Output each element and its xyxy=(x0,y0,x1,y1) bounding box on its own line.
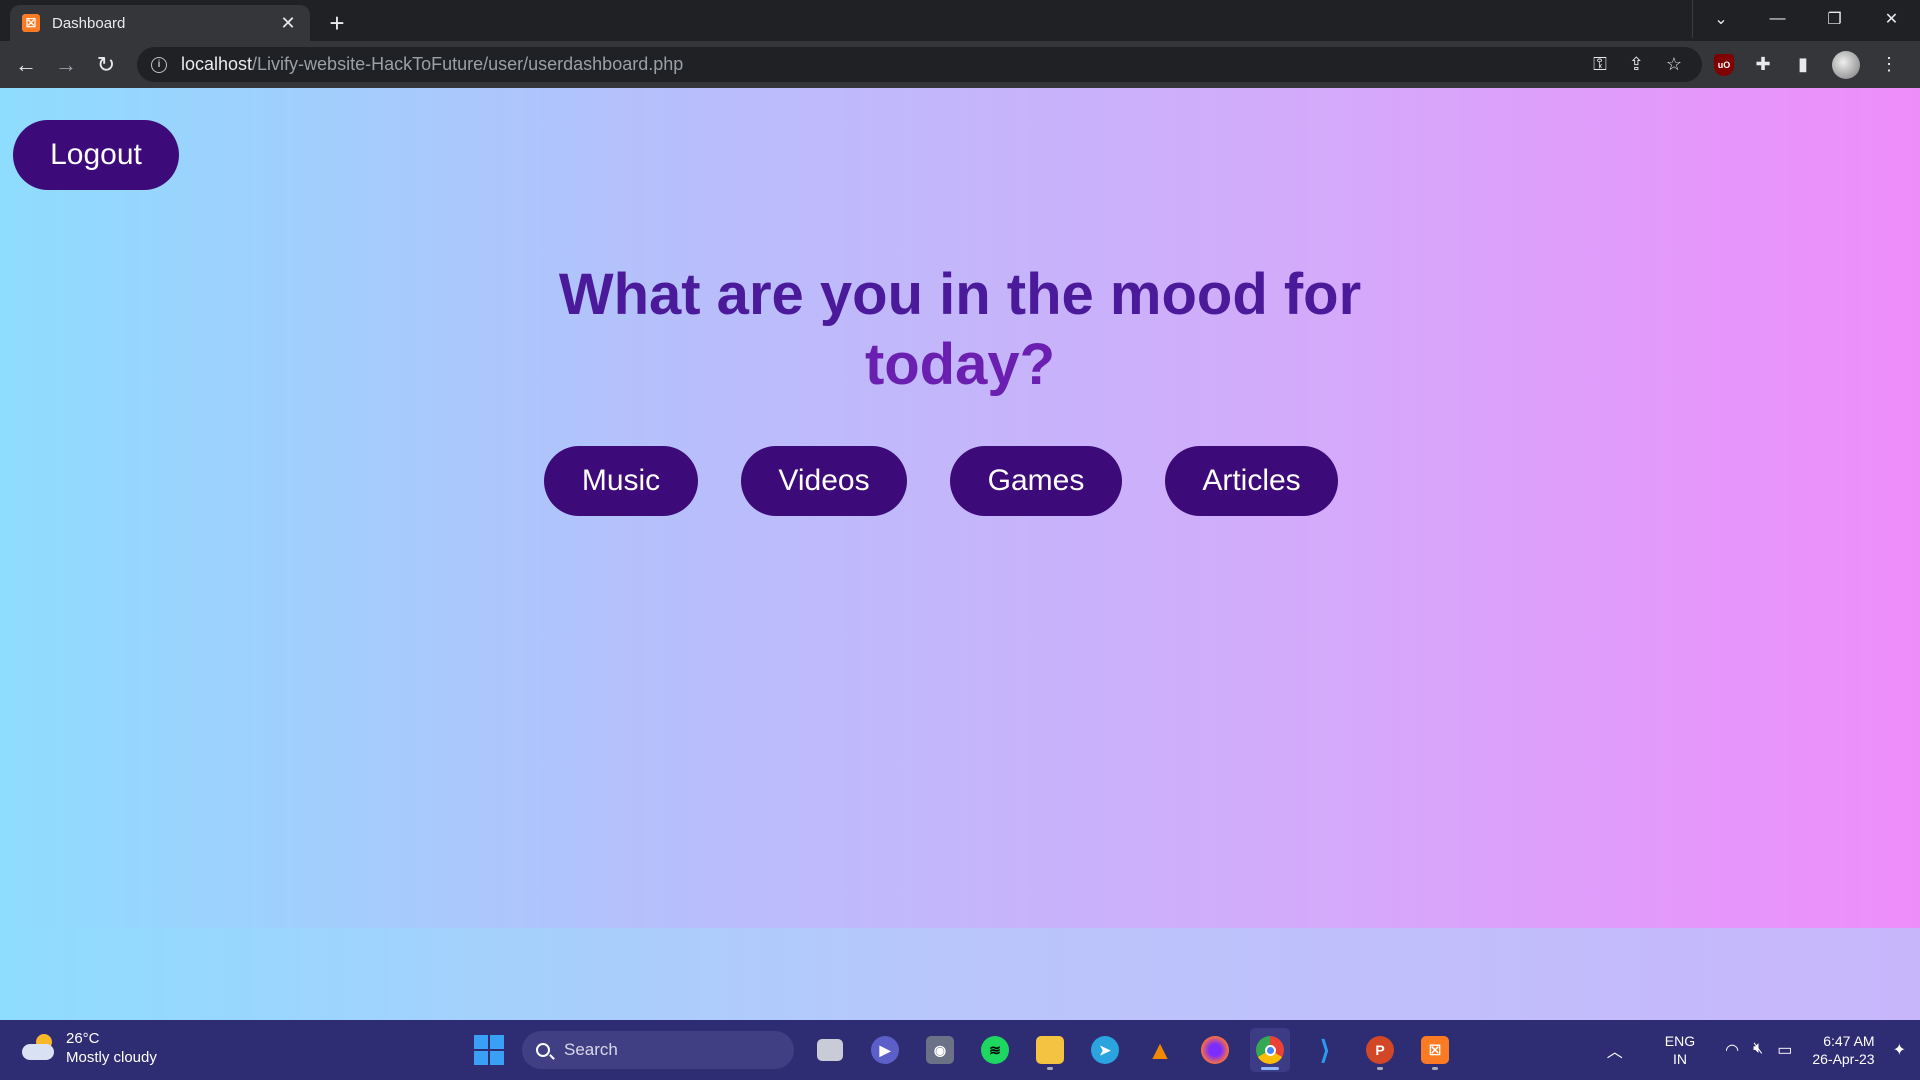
videos-button[interactable]: Videos xyxy=(741,446,907,516)
vlc-icon: ▲ xyxy=(1147,1034,1173,1065)
taskview-icon xyxy=(817,1039,843,1061)
video-chat-icon: ▶ xyxy=(871,1036,899,1064)
browser-toolbar: ← → ↻ i localhost/Livify-website-HackToF… xyxy=(0,41,1920,88)
music-button[interactable]: Music xyxy=(544,446,698,516)
windows-start-icon[interactable] xyxy=(474,1035,504,1065)
taskbar-search[interactable]: Search xyxy=(522,1031,794,1069)
weather-cloud-icon xyxy=(22,1034,56,1062)
taskbar-apps: ▶ ◉ ≋ ➤ ▲ ⟩ P ☒ xyxy=(810,1028,1455,1072)
omnibox-actions: ⚿ ⇪ ☆ xyxy=(1593,47,1682,82)
chrome-app[interactable] xyxy=(1250,1028,1290,1072)
browser-tabstrip: ☒ Dashboard ✕ + ⌄ — ❐ ✕ xyxy=(0,0,1920,41)
mute-icon: 🔇︎ xyxy=(1753,1040,1764,1057)
weather-desc: Mostly cloudy xyxy=(66,1049,157,1066)
ublock-icon[interactable]: uO xyxy=(1714,53,1734,76)
key-icon[interactable]: ⚿ xyxy=(1593,54,1607,75)
powerpoint-icon: P xyxy=(1366,1036,1394,1064)
star-icon[interactable]: ☆ xyxy=(1666,54,1682,75)
address-bar[interactable]: i localhost/Livify-website-HackToFuture/… xyxy=(137,47,1702,82)
windows-taskbar: 26°C Mostly cloudy Search ▶ ◉ ≋ ➤ ▲ ⟩ P … xyxy=(0,1020,1920,1080)
search-placeholder: Search xyxy=(564,1040,618,1059)
minimize-icon: — xyxy=(1769,10,1786,27)
camera-icon: ◉ xyxy=(926,1036,954,1064)
window-controls: ⌄ — ❐ ✕ xyxy=(1692,0,1920,38)
sidepanel-icon[interactable]: ▮ xyxy=(1792,54,1814,76)
back-icon: ← xyxy=(15,51,37,77)
articles-button[interactable]: Articles xyxy=(1165,446,1338,516)
xampp-icon: ☒ xyxy=(22,14,40,32)
xampp-icon: ☒ xyxy=(1421,1036,1449,1064)
clock-date: 26-Apr-23 xyxy=(1812,1051,1875,1067)
logout-button[interactable]: Logout xyxy=(13,120,179,190)
profile-avatar[interactable] xyxy=(1832,50,1860,79)
restore-button[interactable]: ❐ xyxy=(1806,0,1863,38)
tab-title: Dashboard xyxy=(52,14,126,32)
xampp-app[interactable]: ☒ xyxy=(1415,1028,1455,1072)
powerpoint-app[interactable]: P xyxy=(1360,1028,1400,1072)
close-icon: ✕ xyxy=(1884,11,1899,28)
restore-icon: ❐ xyxy=(1827,11,1842,28)
minimize-button[interactable]: — xyxy=(1749,0,1806,38)
tab-search-button[interactable]: ⌄ xyxy=(1692,0,1749,38)
folder-icon xyxy=(1036,1036,1064,1064)
weather-temp: 26°C xyxy=(66,1030,100,1047)
spotify-icon: ≋ xyxy=(981,1036,1009,1064)
chrome-icon xyxy=(1256,1036,1284,1064)
reload-button[interactable]: ↻ xyxy=(86,45,126,85)
close-icon[interactable]: ✕ xyxy=(278,13,298,34)
clock[interactable]: 6:47 AM 26-Apr-23 xyxy=(1812,1032,1874,1068)
lang-line-2: IN xyxy=(1672,1051,1687,1067)
vscode-app[interactable]: ⟩ xyxy=(1305,1028,1345,1072)
reload-icon: ↻ xyxy=(96,51,116,77)
forward-button[interactable]: → xyxy=(46,45,86,85)
category-buttons: Music Videos Games Articles xyxy=(544,446,1338,516)
firefox-icon xyxy=(1201,1036,1229,1064)
page-title: What are you in the mood for today? xyxy=(400,260,1520,400)
meet-app[interactable]: ▶ xyxy=(865,1028,905,1072)
tab-dashboard[interactable]: ☒ Dashboard ✕ xyxy=(10,5,310,41)
clock-time: 6:47 AM xyxy=(1823,1033,1875,1049)
lang-line-1: ENG xyxy=(1664,1033,1696,1049)
close-window-button[interactable]: ✕ xyxy=(1863,0,1920,38)
new-tab-button[interactable]: + xyxy=(322,8,352,38)
extension-bar: uO ✚ ▮ ⋮ xyxy=(1714,41,1900,88)
language-indicator[interactable]: ENG IN xyxy=(1665,1032,1695,1068)
info-icon[interactable]: i xyxy=(151,56,167,73)
explorer-app[interactable] xyxy=(1030,1028,1070,1072)
url-path: /Livify-website-HackToFuture/user/userda… xyxy=(252,54,684,74)
chevron-down-icon: ⌄ xyxy=(1714,11,1728,28)
headline-line-2: today? xyxy=(864,332,1056,397)
puzzle-icon[interactable]: ✚ xyxy=(1752,54,1774,76)
weather-widget[interactable]: 26°C Mostly cloudy xyxy=(22,1029,157,1067)
system-tray: ︿ ENG IN ◠ 🔇︎ ▭ 6:47 AM 26-Apr-23 ✦ xyxy=(1607,1020,1920,1080)
chevron-up-icon[interactable]: ︿ xyxy=(1607,1038,1623,1062)
notification-icon[interactable]: ✦ xyxy=(1893,1040,1906,1060)
firefox-app[interactable] xyxy=(1195,1028,1235,1072)
telegram-icon: ➤ xyxy=(1091,1036,1119,1064)
back-button[interactable]: ← xyxy=(6,45,46,85)
forward-icon: → xyxy=(55,51,77,77)
vscode-icon: ⟩ xyxy=(1319,1034,1331,1065)
telegram-app[interactable]: ➤ xyxy=(1085,1028,1125,1072)
plus-icon: + xyxy=(329,7,345,38)
dashboard-page: Logout What are you in the mood for toda… xyxy=(0,88,1920,1020)
camera-app[interactable]: ◉ xyxy=(920,1028,960,1072)
taskview-app[interactable] xyxy=(810,1028,850,1072)
more-icon[interactable]: ⋮ xyxy=(1878,54,1900,76)
search-icon xyxy=(536,1043,550,1057)
url-host: localhost xyxy=(181,54,253,74)
share-icon[interactable]: ⇪ xyxy=(1629,54,1644,75)
vlc-app[interactable]: ▲ xyxy=(1140,1028,1180,1072)
spotify-app[interactable]: ≋ xyxy=(975,1028,1015,1072)
wifi-icon: ◠ xyxy=(1725,1042,1740,1059)
quick-settings[interactable]: ◠ 🔇︎ ▭ xyxy=(1725,1040,1792,1060)
games-button[interactable]: Games xyxy=(950,446,1122,516)
page-background-band xyxy=(0,928,1920,1020)
headline-line-1: What are you in the mood for xyxy=(558,262,1362,327)
battery-icon: ▭ xyxy=(1777,1042,1793,1059)
